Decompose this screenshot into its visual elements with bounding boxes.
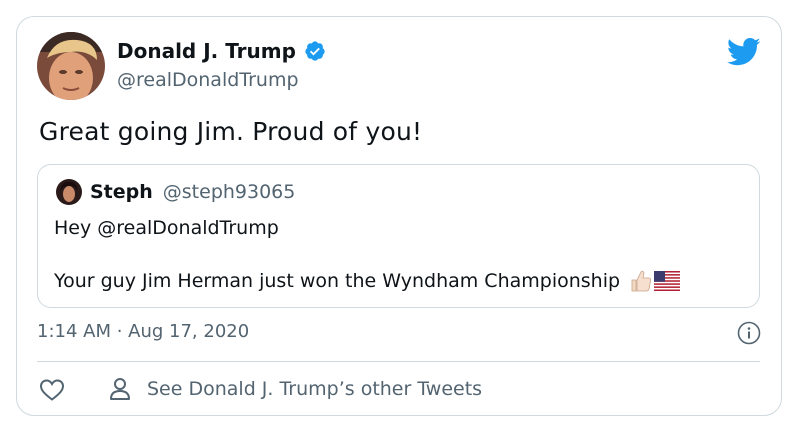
- quoted-author-row: Steph @steph93065: [90, 181, 295, 203]
- author-display-name[interactable]: Donald J. Trump: [117, 39, 296, 63]
- us-flag-emoji-icon: [654, 271, 681, 291]
- see-other-tweets-label[interactable]: See Donald J. Trump’s other Tweets: [147, 378, 482, 400]
- tweet-card: Donald J. Trump @realDonaldTrump Great g…: [16, 16, 782, 416]
- thumbs-up-emoji-icon: [631, 270, 652, 292]
- author-handle[interactable]: @realDonaldTrump: [117, 69, 299, 91]
- quoted-author-handle[interactable]: @steph93065: [163, 181, 296, 203]
- info-icon[interactable]: [737, 321, 761, 345]
- author-avatar[interactable]: [37, 32, 105, 100]
- person-icon: [110, 378, 130, 400]
- verified-badge-icon: [305, 41, 325, 61]
- quoted-tweet[interactable]: Steph @steph93065 Hey @realDonaldTrump Y…: [37, 164, 760, 308]
- tweet-text: Great going Jim. Proud of you!: [39, 117, 423, 146]
- quoted-text-line2-row: Your guy Jim Herman just won the Wyndham…: [54, 268, 681, 294]
- quoted-text-line1: Hey @realDonaldTrump: [54, 217, 279, 239]
- quoted-author-avatar[interactable]: [56, 179, 82, 205]
- see-other-tweets-link[interactable]: See Donald J. Trump’s other Tweets: [109, 377, 482, 401]
- twitter-bird-icon[interactable]: [727, 37, 761, 67]
- footer-divider: [37, 361, 760, 362]
- tweet-timestamp[interactable]: 1:14 AM · Aug 17, 2020: [37, 321, 249, 342]
- heart-icon[interactable]: [39, 378, 65, 402]
- quoted-text-line2: Your guy Jim Herman just won the Wyndham…: [54, 270, 621, 292]
- author-name-row: Donald J. Trump: [117, 39, 326, 63]
- quoted-author-name[interactable]: Steph: [90, 181, 153, 203]
